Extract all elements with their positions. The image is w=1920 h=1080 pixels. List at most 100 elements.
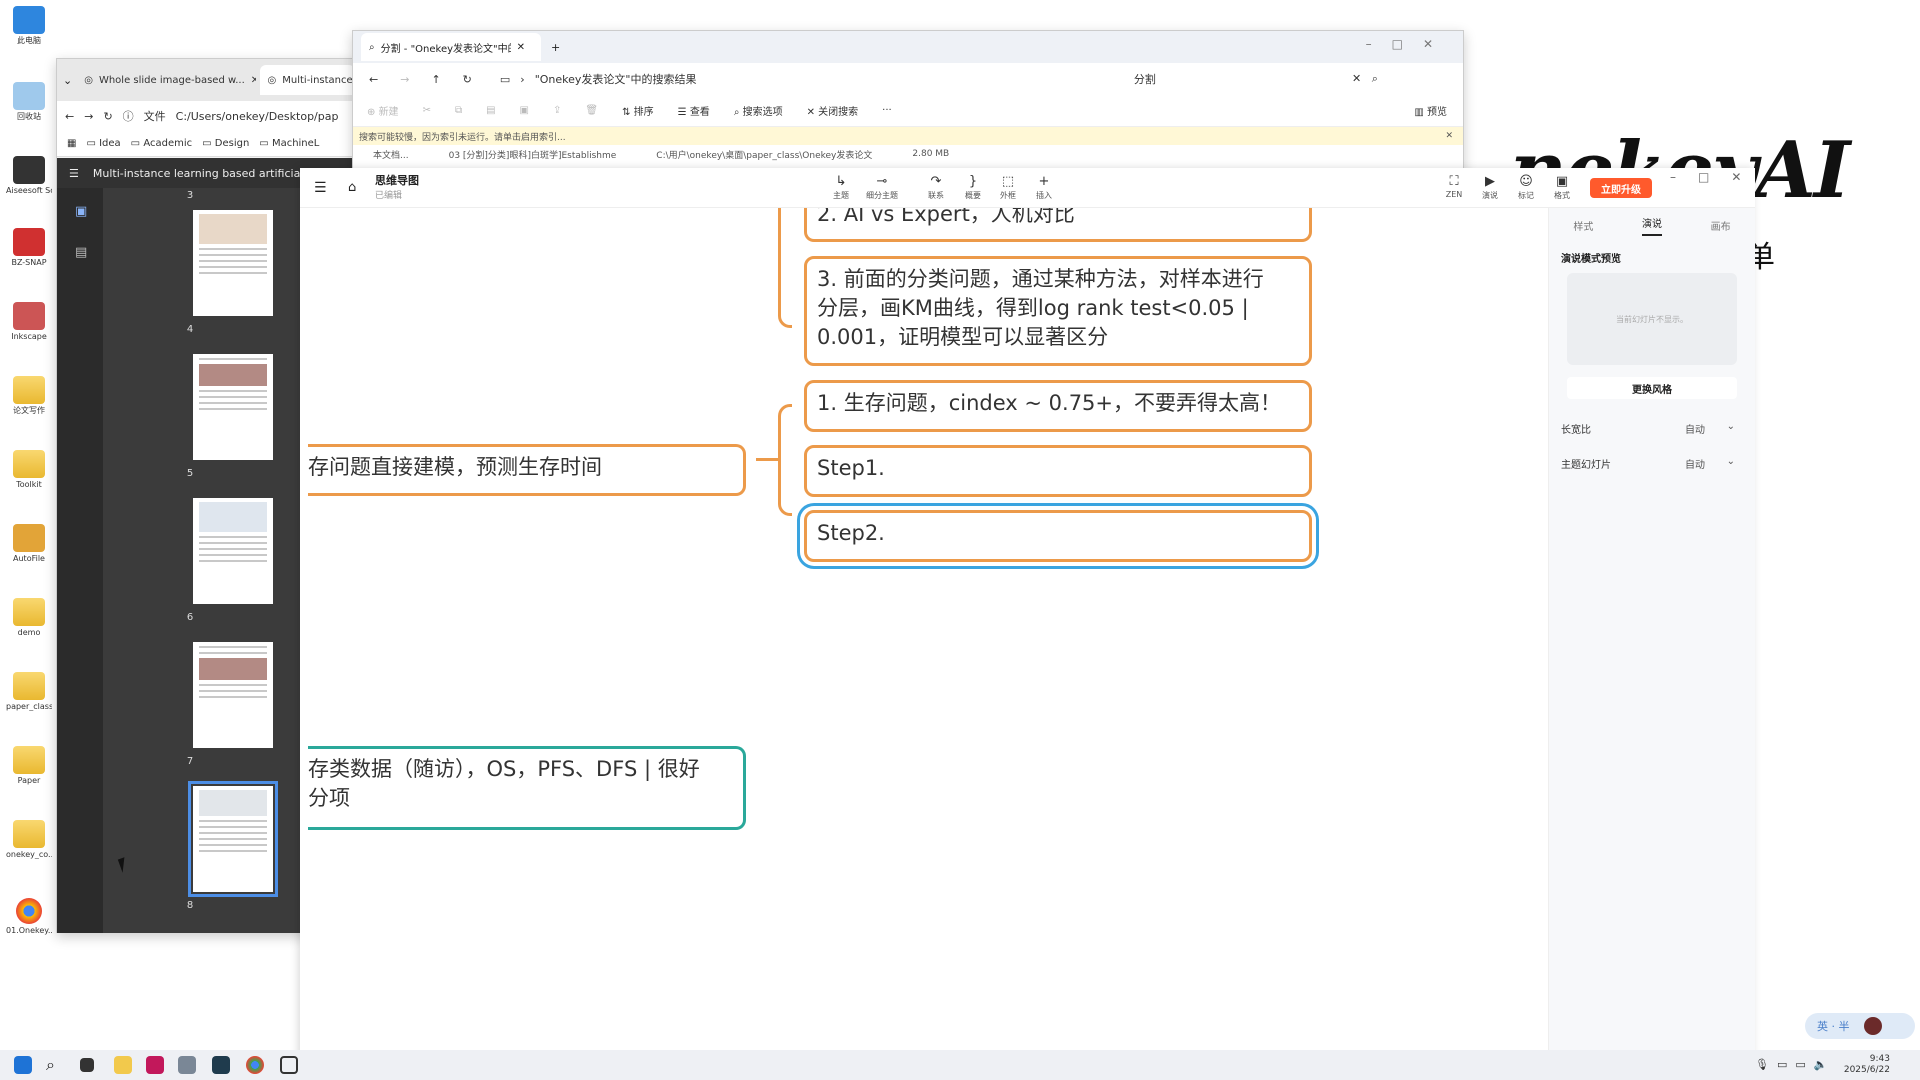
explorer-address-bar[interactable]: ▭ › "Onekey发表论文"中的搜索结果 (494, 68, 1104, 90)
more-button[interactable]: ··· (882, 105, 892, 116)
bz-snap-icon[interactable]: BZ-SNAP (6, 228, 52, 267)
new-button[interactable]: ⊕ 新建 (367, 103, 399, 118)
node-survival[interactable]: 1. 生存问题，cindex ~ 0.75+，不要弄得太高！ (804, 380, 1312, 432)
search-options-button[interactable]: ⌕ 搜索选项 (734, 103, 783, 118)
maximize-icon[interactable]: □ (1698, 170, 1731, 184)
paste-icon[interactable]: ▤ (486, 105, 495, 116)
mindmap-app-icon[interactable] (280, 1056, 298, 1074)
tab-canvas[interactable]: 画布 (1711, 218, 1731, 233)
up-icon[interactable]: ↑ (431, 73, 440, 86)
tab-list-icon[interactable]: ⌄ (63, 74, 72, 87)
close-icon[interactable]: ✕ (1445, 131, 1453, 141)
outline-icon[interactable]: ▤ (75, 245, 103, 260)
search-icon[interactable]: ⌕ (46, 1056, 64, 1074)
clear-icon[interactable]: ✕ (1352, 72, 1361, 85)
home-icon[interactable]: ⌂ (348, 180, 356, 195)
relationship-button[interactable]: ↷ 联系 (918, 174, 954, 201)
preview-button[interactable]: ▥ 预览 (1414, 103, 1447, 118)
close-search-button[interactable]: ✕ 关闭搜索 (807, 103, 859, 118)
subtopic-button[interactable]: ⊸ 细分主题 (864, 174, 900, 201)
explorer-search-input[interactable]: 分割 ✕ ⌕ (1126, 68, 1386, 90)
mindmap-canvas[interactable]: 2. AI vs Expert，人机对比 3. 前面的分类问题，通过某种方法，对… (308, 208, 1538, 1080)
upgrade-button[interactable]: 立即升级 (1590, 178, 1652, 198)
minimize-icon[interactable]: – (1670, 170, 1698, 184)
view-button[interactable]: ☰ 查看 (678, 103, 710, 118)
file-row[interactable]: 本文档... 03 [分割]分类]眼科]白斑学]Establishme C:\用… (353, 145, 1463, 163)
topic-button[interactable]: ↳ 主题 (823, 174, 859, 201)
clock[interactable]: 9:43 2025/6/22 (1844, 1054, 1890, 1076)
this-pc-icon[interactable]: 此电脑 (6, 6, 52, 45)
bookmark-design[interactable]: ▭ Design (202, 138, 249, 149)
folder-icon[interactable]: 论文写作 (6, 376, 52, 415)
delete-icon[interactable]: 🗑 (585, 105, 598, 116)
page-thumbnail[interactable] (193, 642, 273, 748)
tab-style[interactable]: 样式 (1573, 218, 1593, 233)
boundary-button[interactable]: ⬚ 外框 (990, 174, 1026, 201)
index-warning[interactable]: 搜索可能较慢，因为索引未运行。请单击启用索引... ✕ (353, 127, 1463, 145)
address-input[interactable]: C:/Users/onekey/Desktop/pap (176, 110, 339, 123)
page-thumbnail[interactable] (193, 210, 273, 316)
page-thumbnail[interactable] (193, 354, 273, 460)
inkscape-icon[interactable]: Inkscape (6, 302, 52, 341)
back-icon[interactable]: ← (369, 73, 378, 86)
folder-icon[interactable]: Paper (6, 746, 52, 785)
close-icon[interactable]: ✕ (1423, 37, 1453, 51)
share-icon[interactable]: ⇪ (553, 105, 561, 116)
forward-icon[interactable]: → (400, 73, 409, 86)
terminal-icon[interactable] (212, 1056, 230, 1074)
change-style-button[interactable]: 更换风格 (1567, 377, 1737, 399)
menu-icon[interactable]: ☰ (314, 180, 327, 196)
close-icon[interactable]: ✕ (517, 42, 525, 53)
node-step2-selected[interactable]: Step2. (804, 510, 1312, 562)
ime-indicator[interactable]: 英 · 半 (1805, 1013, 1915, 1039)
apps-icon[interactable]: ▦ (67, 138, 76, 149)
insert-button[interactable]: + 插入 (1026, 174, 1062, 201)
back-icon[interactable]: ← (65, 110, 74, 123)
browser-tab[interactable]: ◎ Whole slide image-based w... ✕ (76, 65, 255, 95)
close-icon[interactable]: ✕ (1731, 170, 1763, 184)
chrome-icon[interactable] (246, 1056, 264, 1074)
aspect-ratio-select[interactable]: 自动 ⌄ (1685, 421, 1735, 436)
task-view-icon[interactable] (80, 1058, 94, 1072)
bookmark-machinel[interactable]: ▭ MachineL (259, 138, 319, 149)
menu-icon[interactable]: ☰ (69, 167, 79, 180)
chrome-icon[interactable]: 01.Onekey... Personalize... (6, 898, 52, 935)
node-stratify[interactable]: 3. 前面的分类问题，通过某种方法，对样本进行 分层，画KM曲线，得到log r… (804, 256, 1312, 366)
maximize-icon[interactable]: □ (1392, 37, 1423, 51)
explorer-tab[interactable]: ⌕ 分割 - "Onekey发表论文"中的搜 ✕ (361, 33, 541, 61)
start-icon[interactable] (14, 1056, 32, 1074)
copy-icon[interactable]: ⧉ (455, 105, 462, 116)
snipping-icon[interactable] (146, 1056, 164, 1074)
document-title[interactable]: 思维导图 (375, 172, 419, 188)
folder-icon[interactable]: paper_class (6, 672, 52, 711)
tray-icons[interactable]: 🎙▭▭🔈 (1755, 1058, 1835, 1071)
bookmark-idea[interactable]: ▭ Idea (86, 138, 120, 149)
folder-icon[interactable]: demo (6, 598, 52, 637)
folder-icon[interactable]: onekey_co... (6, 820, 52, 859)
refresh-icon[interactable]: ↻ (463, 73, 472, 86)
node-step1[interactable]: Step1. (804, 445, 1312, 497)
summary-button[interactable]: } 概要 (955, 174, 991, 201)
zen-button[interactable]: ⛶ ZEN (1436, 174, 1472, 199)
node-survival-data[interactable]: 存类数据（随访），OS，PFS、DFS | 很好 分项 (308, 746, 746, 830)
format-button[interactable]: ▣ 格式 (1544, 174, 1580, 201)
node-survival-modeling[interactable]: 存问题直接建模，预测生存时间 (308, 444, 746, 496)
pitch-button[interactable]: ▶ 演说 (1472, 174, 1508, 201)
close-icon[interactable]: ✕ (251, 75, 256, 86)
sort-button[interactable]: ⇅ 排序 (622, 103, 654, 118)
app-icon[interactable] (178, 1056, 196, 1074)
marker-button[interactable]: ☺ 标记 (1508, 174, 1544, 201)
screen-recorder-icon[interactable]: Aiseesoft Screen Recorder (6, 156, 52, 195)
forward-icon[interactable]: → (84, 110, 93, 123)
page-thumbnail[interactable] (193, 498, 273, 604)
search-icon[interactable]: ⌕ (1372, 72, 1378, 85)
new-tab-icon[interactable]: + (551, 41, 560, 54)
bookmark-academic[interactable]: ▭ Academic (131, 138, 192, 149)
reload-icon[interactable]: ↻ (103, 110, 112, 123)
page-thumbnail-selected[interactable] (188, 781, 278, 897)
file-explorer-icon[interactable] (114, 1056, 132, 1074)
cut-icon[interactable]: ✂ (423, 105, 431, 116)
tab-pitch[interactable]: 演说 (1641, 215, 1662, 236)
folder-icon[interactable]: Toolkit (6, 450, 52, 489)
rename-icon[interactable]: ▣ (520, 105, 529, 116)
